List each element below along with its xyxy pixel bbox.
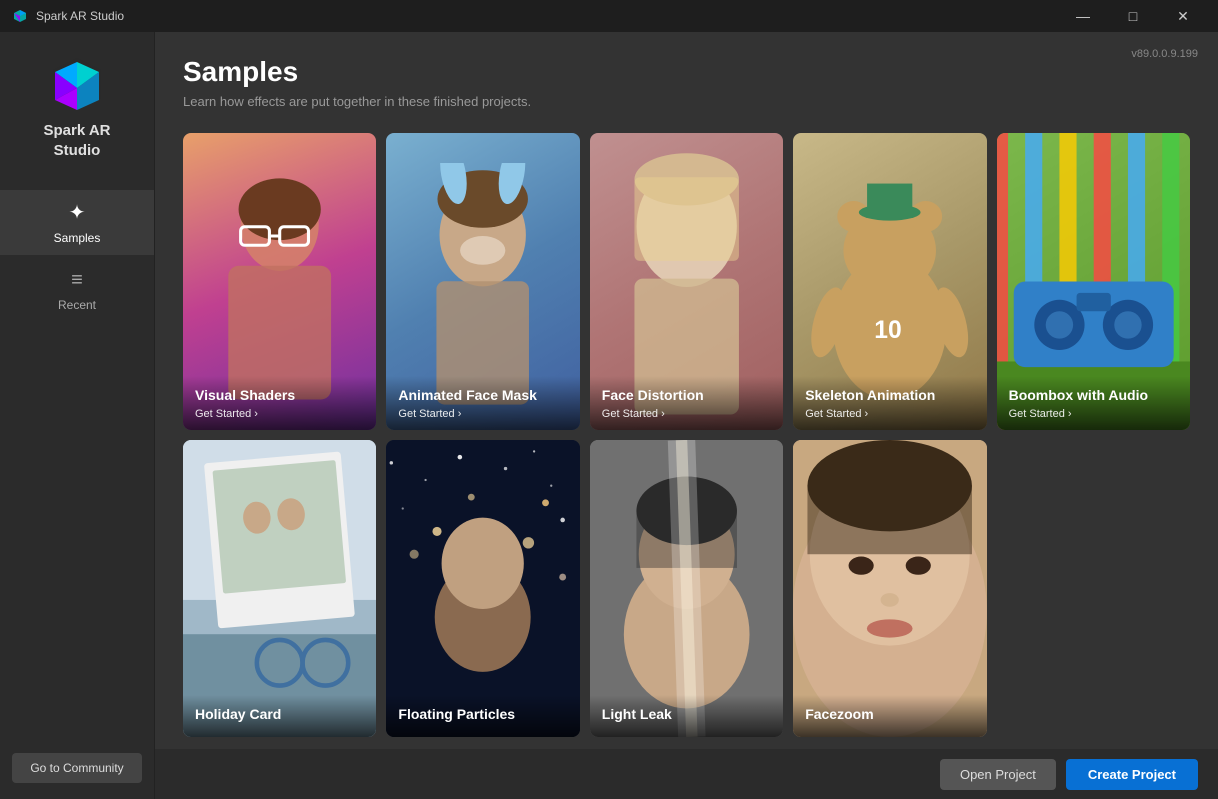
card-animated-face-mask[interactable]: Animated Face Mask Get Started › (386, 133, 579, 430)
card-skeleton-animation[interactable]: 10 Skeleton Animation Get Started › (793, 133, 986, 430)
sidebar: Spark AR Studio ✦ Samples ≡ Recent Go to… (0, 32, 155, 799)
maximize-button[interactable]: □ (1110, 0, 1156, 32)
open-project-button[interactable]: Open Project (940, 759, 1056, 790)
app-body: Spark AR Studio ✦ Samples ≡ Recent Go to… (0, 32, 1218, 799)
sidebar-logo (45, 52, 109, 121)
create-project-button[interactable]: Create Project (1066, 759, 1198, 790)
close-button[interactable]: ✕ (1160, 0, 1206, 32)
card-face-distortion[interactable]: Face Distortion Get Started › (590, 133, 783, 430)
svg-text:10: 10 (874, 316, 901, 343)
card-floating-particles[interactable]: Floating Particles (386, 440, 579, 737)
card-boombox-with-audio[interactable]: Boombox with Audio Get Started › (997, 133, 1190, 430)
card-light-leak[interactable]: Light Leak (590, 440, 783, 737)
sidebar-bottom: Go to Community (0, 753, 154, 799)
samples-grid: Visual Shaders Get Started › (155, 121, 1218, 749)
card-skeleton-animation-overlay: Skeleton Animation Get Started › (793, 376, 986, 430)
version-label: v89.0.0.9.199 (1131, 48, 1198, 60)
card-skeleton-animation-title: Skeleton Animation (805, 386, 974, 404)
sidebar-item-recent-label: Recent (58, 298, 96, 312)
card-face-distortion-link: Get Started › (602, 408, 771, 420)
card-facezoom-overlay: Facezoom (793, 695, 986, 737)
card-boombox-with-audio-overlay: Boombox with Audio Get Started › (997, 376, 1190, 430)
card-boombox-with-audio-title: Boombox with Audio (1009, 386, 1178, 404)
card-face-distortion-overlay: Face Distortion Get Started › (590, 376, 783, 430)
card-floating-particles-overlay: Floating Particles (386, 695, 579, 737)
card-holiday-card[interactable]: Holiday Card (183, 440, 376, 737)
titlebar-controls: — □ ✕ (1060, 0, 1206, 32)
sidebar-item-samples[interactable]: ✦ Samples (0, 190, 154, 255)
card-floating-particles-title: Floating Particles (398, 705, 567, 723)
card-light-leak-overlay: Light Leak (590, 695, 783, 737)
card-light-leak-title: Light Leak (602, 705, 771, 723)
card-animated-face-mask-overlay: Animated Face Mask Get Started › (386, 376, 579, 430)
community-button[interactable]: Go to Community (12, 753, 141, 783)
minimize-button[interactable]: — (1060, 0, 1106, 32)
card-visual-shaders-title: Visual Shaders (195, 386, 364, 404)
recent-icon: ≡ (71, 269, 83, 292)
titlebar: Spark AR Studio — □ ✕ (0, 0, 1218, 32)
titlebar-title: Spark AR Studio (36, 9, 124, 23)
card-boombox-with-audio-link: Get Started › (1009, 408, 1178, 420)
samples-icon: ✦ (69, 200, 86, 225)
titlebar-left: Spark AR Studio (12, 8, 124, 24)
card-facezoom-title: Facezoom (805, 705, 974, 723)
card-holiday-card-overlay: Holiday Card (183, 695, 376, 737)
sidebar-nav: ✦ Samples ≡ Recent (0, 190, 154, 322)
card-skeleton-animation-link: Get Started › (805, 408, 974, 420)
main-content: v89.0.0.9.199 Samples Learn how effects … (155, 32, 1218, 799)
sidebar-item-samples-label: Samples (54, 231, 101, 245)
bottom-bar: Open Project Create Project (155, 749, 1218, 799)
card-facezoom[interactable]: Facezoom (793, 440, 986, 737)
card-visual-shaders-link: Get Started › (195, 408, 364, 420)
sidebar-item-recent[interactable]: ≡ Recent (0, 259, 154, 322)
card-visual-shaders[interactable]: Visual Shaders Get Started › (183, 133, 376, 430)
card-animated-face-mask-link: Get Started › (398, 408, 567, 420)
main-header: v89.0.0.9.199 Samples Learn how effects … (155, 32, 1218, 121)
main-title: Samples (183, 56, 1190, 88)
main-subtitle: Learn how effects are put together in th… (183, 94, 1190, 109)
card-face-distortion-title: Face Distortion (602, 386, 771, 404)
sidebar-app-name: Spark AR Studio (44, 121, 111, 160)
card-animated-face-mask-title: Animated Face Mask (398, 386, 567, 404)
app-icon (12, 8, 28, 24)
card-visual-shaders-overlay: Visual Shaders Get Started › (183, 376, 376, 430)
card-holiday-card-title: Holiday Card (195, 705, 364, 723)
